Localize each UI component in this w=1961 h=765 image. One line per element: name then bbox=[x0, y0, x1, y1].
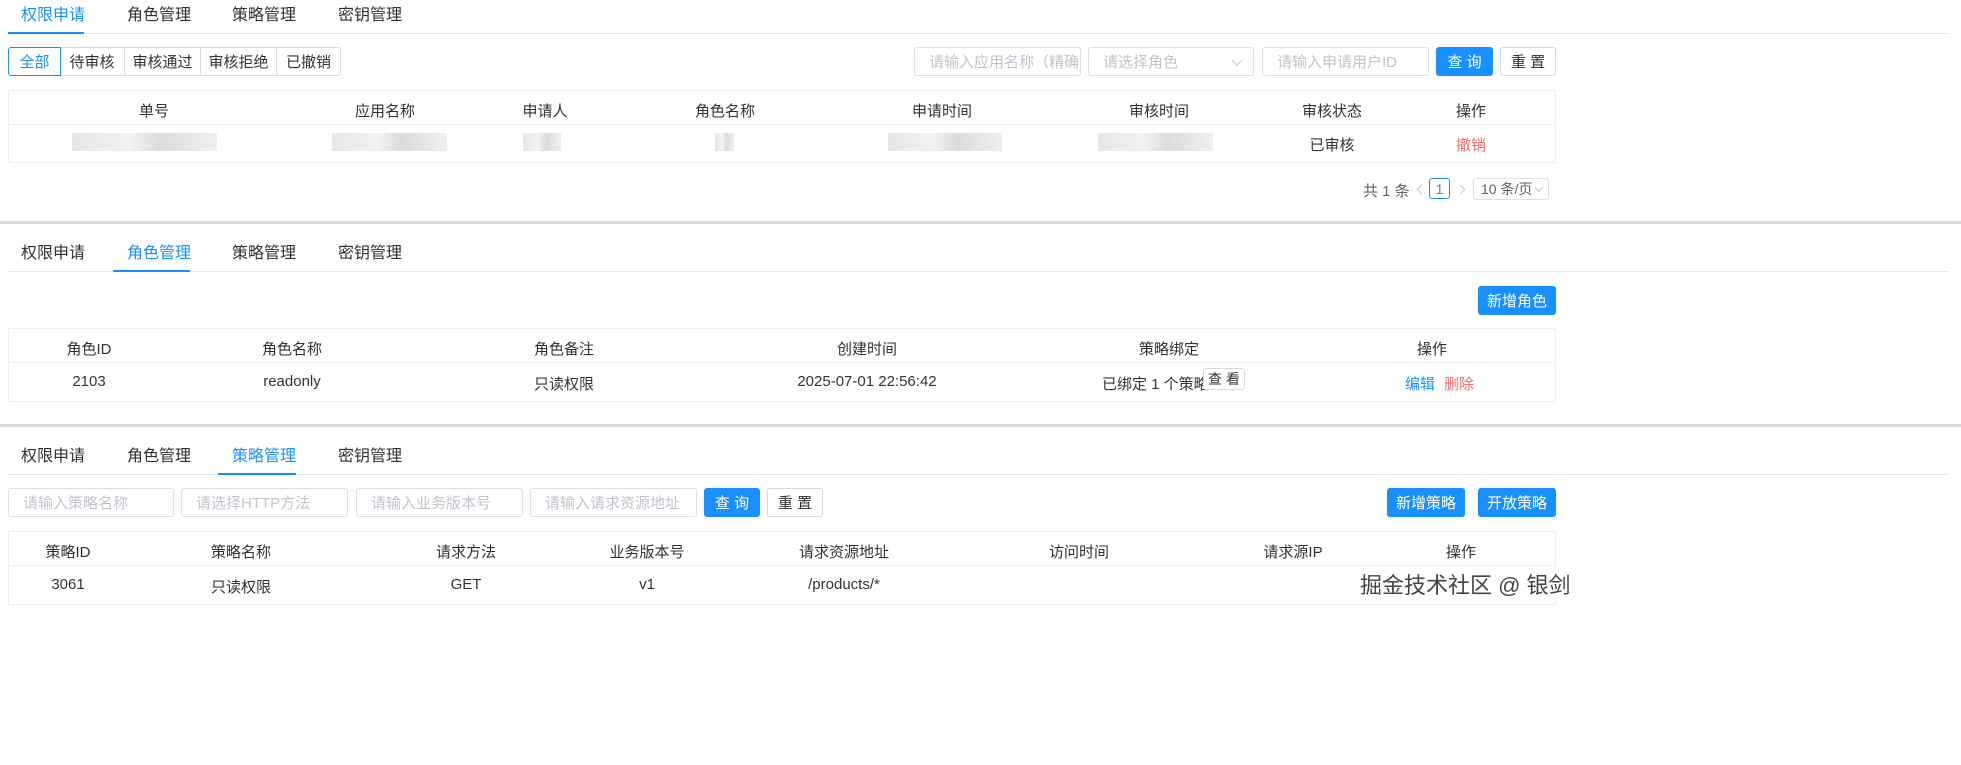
redacted-role-name bbox=[715, 133, 734, 151]
role-created-time: 2025-07-01 22:56:42 bbox=[797, 373, 937, 390]
col-action: 操作 bbox=[1416, 341, 1447, 358]
policy-table-header: 策略ID 策略名称 请求方法 业务版本号 请求资源地址 访问时间 请求源IP 操… bbox=[9, 532, 1555, 566]
col-role-note: 角色备注 bbox=[533, 341, 594, 358]
col-created-time: 创建时间 bbox=[836, 341, 897, 358]
col-policy-binding: 策略绑定 bbox=[1138, 341, 1199, 358]
chevron-down-icon bbox=[1231, 54, 1243, 66]
tab-key-management[interactable]: 密钥管理 bbox=[338, 447, 402, 467]
reset-button[interactable]: 重 置 bbox=[1500, 47, 1556, 76]
redacted-applicant bbox=[523, 133, 561, 151]
prev-page-icon[interactable] bbox=[1416, 184, 1427, 195]
chevron-down-icon bbox=[1534, 183, 1544, 193]
filter-rejected[interactable]: 审核拒绝 bbox=[200, 47, 277, 76]
query-button[interactable]: 查 询 bbox=[1436, 47, 1493, 76]
col-applicant: 申请人 bbox=[522, 103, 568, 120]
policy-id: 3061 bbox=[51, 576, 85, 593]
resource-input[interactable]: 请输入请求资源地址 bbox=[530, 488, 697, 517]
col-order-no: 单号 bbox=[138, 103, 169, 120]
user-id-input[interactable]: 请输入申请用户ID bbox=[1262, 47, 1429, 76]
col-policy-id: 策略ID bbox=[45, 544, 91, 561]
http-method-select[interactable]: 请选择HTTP方法 bbox=[181, 488, 348, 517]
page-size-select[interactable]: 10 条/页 bbox=[1473, 178, 1549, 200]
tab-policy-management[interactable]: 策略管理 bbox=[232, 447, 296, 467]
role-name: readonly bbox=[263, 373, 321, 390]
tab-active-indicator bbox=[218, 473, 296, 475]
add-role-button[interactable]: 新增角色 bbox=[1478, 286, 1556, 315]
col-request-method: 请求方法 bbox=[435, 544, 496, 561]
redacted-apply-time bbox=[888, 133, 1002, 151]
tab-key-management[interactable]: 密钥管理 bbox=[338, 244, 402, 264]
policy-name-input[interactable]: 请输入策略名称 bbox=[8, 488, 174, 517]
col-action: 操作 bbox=[1455, 103, 1486, 120]
view-binding-button[interactable]: 查 看 bbox=[1203, 368, 1245, 390]
col-role-name: 角色名称 bbox=[261, 341, 322, 358]
version-input[interactable]: 请输入业务版本号 bbox=[356, 488, 523, 517]
redacted-review-time bbox=[1098, 133, 1213, 151]
policy-table: 策略ID 策略名称 请求方法 业务版本号 请求资源地址 访问时间 请求源IP 操… bbox=[8, 531, 1556, 605]
tab-role-management[interactable]: 角色管理 bbox=[127, 244, 191, 264]
panel-separator bbox=[0, 221, 1961, 224]
col-policy-name: 策略名称 bbox=[210, 544, 271, 561]
open-policy-button[interactable]: 开放策略 bbox=[1478, 488, 1556, 517]
redacted-order-no bbox=[72, 133, 217, 151]
tab-permission-apply[interactable]: 权限申请 bbox=[21, 447, 85, 467]
next-page-icon[interactable] bbox=[1455, 184, 1466, 195]
col-resource: 请求资源地址 bbox=[798, 544, 889, 561]
policy-name: 只读权限 bbox=[210, 579, 271, 596]
tab-divider bbox=[8, 33, 1949, 34]
role-table: 角色ID 角色名称 角色备注 创建时间 策略绑定 操作 2103 readonl… bbox=[8, 328, 1556, 402]
col-review-time: 审核时间 bbox=[1128, 103, 1189, 120]
col-action: 操作 bbox=[1445, 544, 1476, 561]
tab-policy-management[interactable]: 策略管理 bbox=[232, 244, 296, 264]
edit-link[interactable]: 编辑 bbox=[1405, 373, 1435, 394]
apply-table: 单号 应用名称 申请人 角色名称 申请时间 审核时间 审核状态 操作 已审核 撤… bbox=[8, 90, 1556, 163]
tab-permission-apply[interactable]: 权限申请 bbox=[21, 6, 85, 26]
role-id: 2103 bbox=[72, 373, 106, 390]
status-text: 已审核 bbox=[1309, 137, 1355, 154]
tab-key-management[interactable]: 密钥管理 bbox=[338, 6, 402, 26]
tab-policy-management[interactable]: 策略管理 bbox=[232, 6, 296, 26]
col-app-name: 应用名称 bbox=[354, 103, 415, 120]
tab-divider bbox=[8, 271, 1949, 272]
panel-separator bbox=[0, 424, 1961, 427]
watermark: 掘金技术社区 @ 银剑 bbox=[1360, 573, 1571, 598]
col-role-name: 角色名称 bbox=[694, 103, 755, 120]
tab-role-management[interactable]: 角色管理 bbox=[127, 447, 191, 467]
delete-link[interactable]: 删除 bbox=[1444, 373, 1474, 394]
role-select-placeholder: 请选择角色 bbox=[1103, 54, 1179, 71]
filter-approved[interactable]: 审核通过 bbox=[124, 47, 201, 76]
role-table-header: 角色ID 角色名称 角色备注 创建时间 策略绑定 操作 bbox=[9, 329, 1555, 363]
policy-resource: /products/* bbox=[808, 576, 880, 593]
add-policy-button[interactable]: 新增策略 bbox=[1387, 488, 1465, 517]
app-name-input[interactable]: 请输入应用名称（精确） bbox=[914, 47, 1081, 76]
col-source-ip: 请求源IP bbox=[1263, 544, 1323, 561]
filter-all[interactable]: 全部 bbox=[8, 47, 61, 76]
tab-permission-apply[interactable]: 权限申请 bbox=[21, 244, 85, 264]
tab-role-management[interactable]: 角色管理 bbox=[127, 6, 191, 26]
apply-table-header: 单号 应用名称 申请人 角色名称 申请时间 审核时间 审核状态 操作 bbox=[9, 91, 1555, 125]
page-1-button[interactable]: 1 bbox=[1429, 178, 1450, 199]
role-select[interactable]: 请选择角色 bbox=[1088, 47, 1254, 76]
col-review-status: 审核状态 bbox=[1301, 103, 1362, 120]
policy-method: GET bbox=[450, 576, 482, 593]
col-access-time: 访问时间 bbox=[1048, 544, 1109, 561]
tab-active-indicator bbox=[8, 32, 84, 34]
reset-button[interactable]: 重 置 bbox=[767, 488, 823, 517]
pagination-total: 共 1 条 bbox=[1363, 183, 1410, 200]
filter-pending[interactable]: 待审核 bbox=[60, 47, 125, 76]
tab-active-indicator bbox=[113, 270, 190, 272]
policy-binding-text: 已绑定 1 个策略 bbox=[1102, 376, 1209, 393]
query-button[interactable]: 查 询 bbox=[704, 488, 760, 517]
policy-version: v1 bbox=[639, 576, 655, 593]
role-note: 只读权限 bbox=[533, 376, 594, 393]
col-role-id: 角色ID bbox=[66, 341, 112, 358]
col-biz-version: 业务版本号 bbox=[609, 544, 685, 561]
page-size-value: 10 条/页 bbox=[1481, 181, 1533, 197]
filter-revoked[interactable]: 已撤销 bbox=[276, 47, 341, 76]
redacted-app-name bbox=[332, 133, 447, 151]
tab-divider bbox=[8, 474, 1949, 475]
col-apply-time: 申请时间 bbox=[911, 103, 972, 120]
revoke-link[interactable]: 撤销 bbox=[1421, 134, 1521, 155]
